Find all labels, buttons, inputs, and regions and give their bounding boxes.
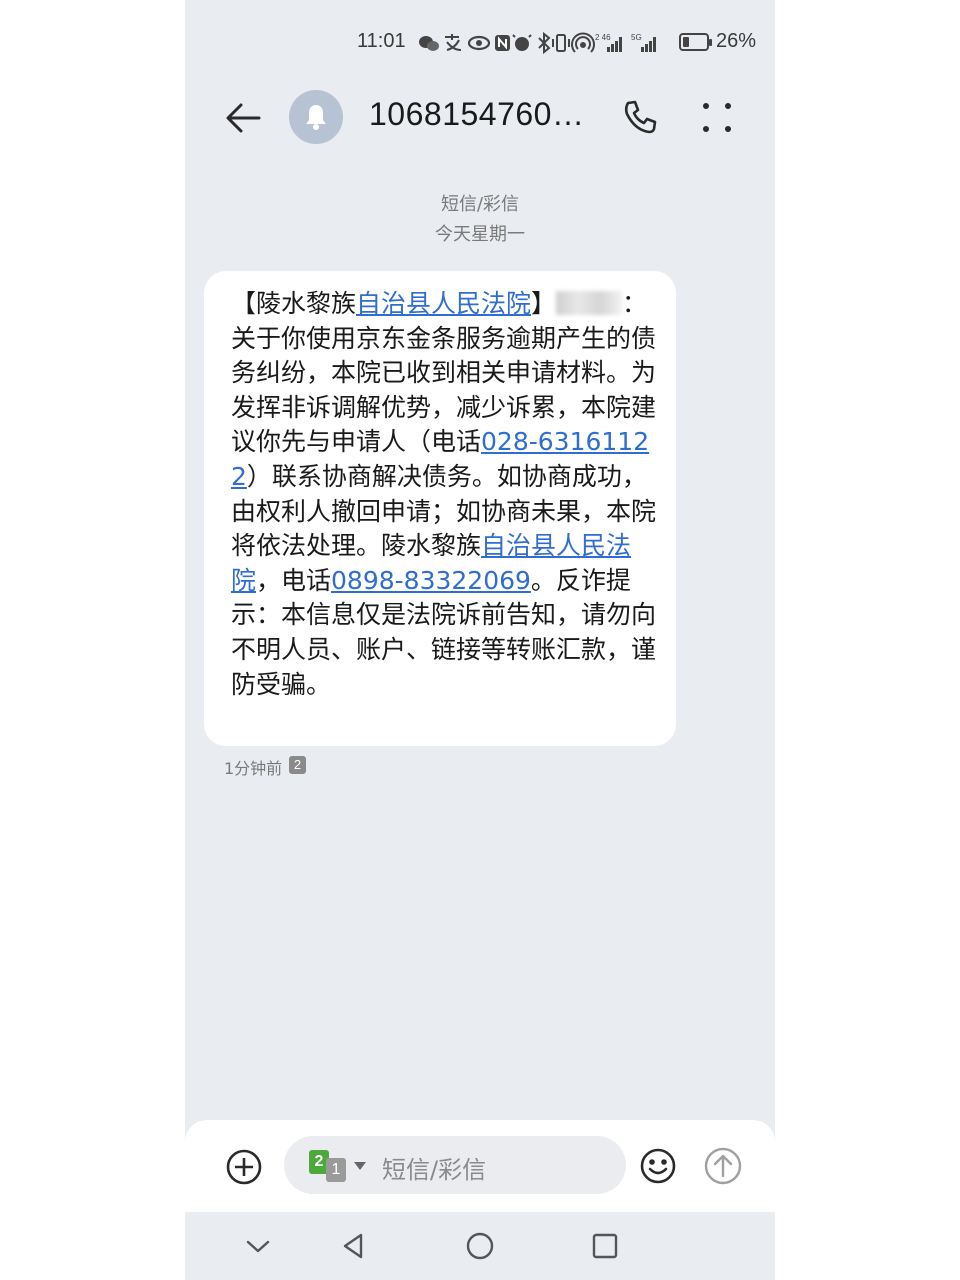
redacted-name	[556, 291, 623, 315]
emoji-button[interactable]	[639, 1147, 677, 1185]
call-button[interactable]	[617, 96, 661, 140]
send-button[interactable]	[703, 1146, 743, 1186]
signal-5g-icon: 5G	[631, 33, 656, 52]
more-dots-icon	[703, 103, 731, 132]
message-text-segment: 【陵水黎族	[231, 289, 357, 318]
conversation-header: 1068154760…	[185, 82, 775, 152]
message-text-segment: 】	[531, 289, 557, 318]
navigation-bar	[185, 1212, 775, 1280]
message-text-segment: ，电话	[256, 565, 332, 595]
phone-icon	[624, 100, 657, 134]
status-icons: 2 46 5G	[419, 31, 656, 55]
bluetooth-icon	[538, 31, 551, 55]
message-bubble[interactable]: 【陵水黎族自治县人民法院】 ：关于你使用京东金条服务逾期产生的债务纠纷，本院已收到…	[204, 271, 676, 746]
nfc-icon	[495, 35, 510, 51]
attach-button[interactable]	[224, 1147, 264, 1187]
svg-text:2 46: 2 46	[595, 33, 611, 42]
eye-icon	[467, 35, 491, 51]
status-time: 11:01	[357, 30, 406, 52]
nav-hide-button[interactable]	[242, 1230, 274, 1262]
bell-icon	[306, 105, 326, 130]
avatar[interactable]	[289, 90, 343, 144]
dropdown-triangle-icon	[354, 1162, 366, 1170]
chevron-down-icon	[246, 1240, 270, 1253]
date-label: 今天星期一	[435, 224, 525, 245]
sender-number[interactable]: 1068154760…	[369, 96, 584, 133]
more-button[interactable]	[697, 96, 737, 140]
nav-recents-button[interactable]	[589, 1230, 621, 1262]
sim-badge: 2	[289, 756, 306, 774]
nav-home-button[interactable]	[464, 1230, 496, 1262]
composer-bar: 2 1 短信/彩信	[185, 1120, 775, 1212]
sim-1-badge: 1	[326, 1158, 346, 1182]
signal-4g-icon: 2 46	[595, 33, 622, 52]
message-text: 【陵水黎族自治县人民法院】 ：关于你使用京东金条服务逾期产生的债务纠纷，本院已收到…	[231, 287, 659, 702]
home-circle-icon	[466, 1232, 494, 1260]
arrow-left-icon	[226, 103, 261, 133]
back-triangle-icon	[343, 1233, 363, 1259]
recents-square-icon	[592, 1233, 618, 1259]
sim-selector[interactable]: 2 1	[309, 1150, 369, 1182]
battery-icon	[679, 33, 712, 51]
phone-screen: 11:01 2 46 5G 26% 1068154760… 短信/彩信 今天星期…	[185, 0, 775, 1280]
vibrate-icon	[552, 34, 570, 52]
message-link[interactable]: 自治县人民法院	[356, 289, 531, 318]
alipay-icon	[445, 34, 462, 51]
status-bar: 11:01 2 46 5G 26%	[185, 0, 775, 82]
send-arrow-icon	[704, 1147, 742, 1185]
channel-label: 短信/彩信	[440, 194, 520, 215]
smiley-icon	[640, 1148, 676, 1184]
phone-link[interactable]: 0898-83322069	[331, 566, 531, 595]
alarm-icon	[512, 34, 532, 51]
input-placeholder: 短信/彩信	[382, 1156, 487, 1184]
back-button[interactable]	[221, 96, 265, 140]
message-timestamp: 1分钟前	[224, 759, 283, 778]
wechat-icon	[419, 36, 439, 51]
plus-circle-icon	[226, 1149, 262, 1185]
svg-text:5G: 5G	[631, 33, 642, 42]
battery-percent: 26%	[716, 30, 757, 52]
hotspot-icon	[571, 32, 595, 53]
nav-back-button[interactable]	[337, 1230, 369, 1262]
message-input[interactable]: 2 1 短信/彩信	[284, 1136, 626, 1194]
